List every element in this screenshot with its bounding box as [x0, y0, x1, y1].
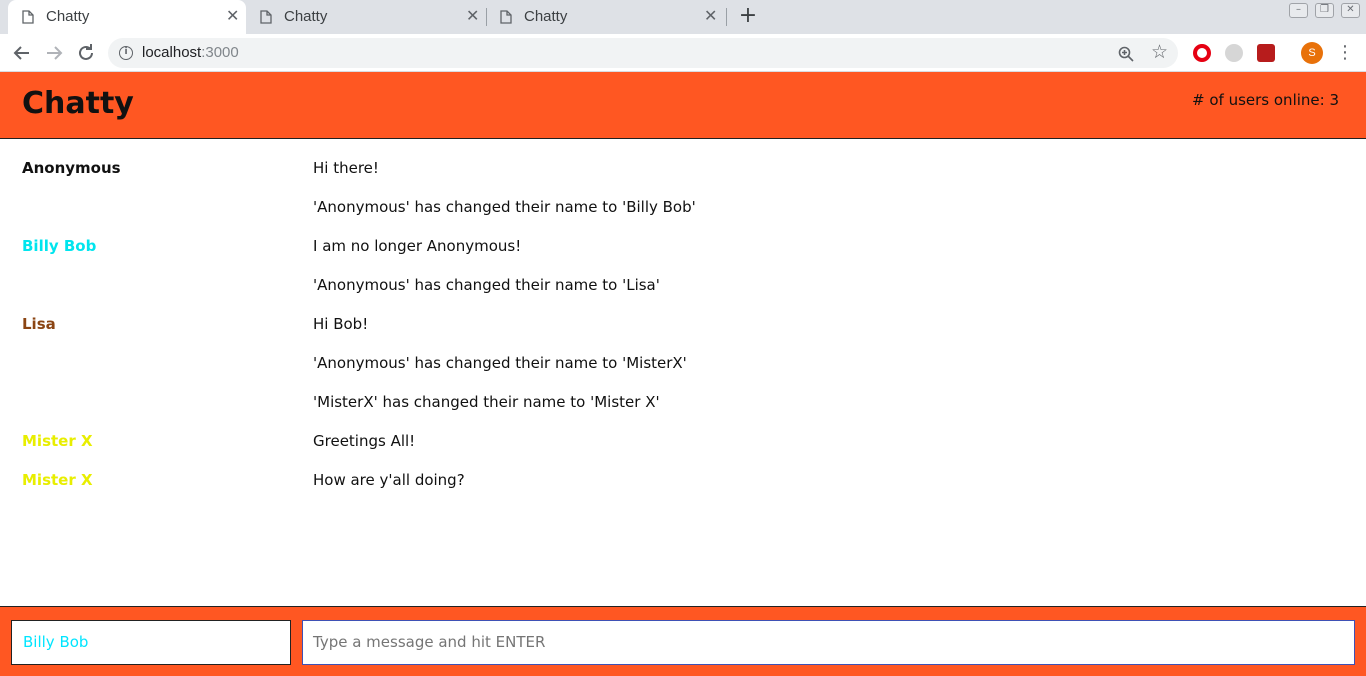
maximize-button[interactable]: ❐: [1315, 3, 1334, 18]
page-icon: [22, 10, 34, 24]
system-message-content: 'MisterX' has changed their name to 'Mis…: [313, 393, 660, 411]
extension-icon[interactable]: [1257, 44, 1275, 62]
chat-bar: Billy Bob Type a message and hit ENTER: [0, 606, 1366, 676]
forward-button[interactable]: [41, 40, 67, 66]
system-message-content: 'Anonymous' has changed their name to 'B…: [313, 198, 696, 216]
minimize-button[interactable]: –: [1289, 3, 1308, 18]
browser-toolbar: i localhost:3000 ☆ S ⋮: [0, 34, 1366, 72]
app-brand: Chatty: [22, 86, 134, 121]
system-message-row: 'MisterX' has changed their name to 'Mis…: [0, 383, 1366, 422]
message-username: Lisa: [22, 315, 56, 333]
close-window-button[interactable]: ✕: [1341, 3, 1360, 18]
message-row: Lisa Hi Bob!: [0, 305, 1366, 344]
tab-title: Chatty: [284, 8, 328, 25]
url-text[interactable]: localhost:3000: [142, 44, 239, 61]
page-icon: [260, 10, 272, 24]
browser-menu-icon[interactable]: ⋮: [1336, 41, 1354, 65]
message-content: Hi Bob!: [313, 315, 369, 333]
tab-title: Chatty: [46, 8, 90, 25]
reload-button[interactable]: [73, 40, 99, 66]
message-content: Hi there!: [313, 159, 379, 177]
opera-extension-icon[interactable]: [1193, 44, 1211, 62]
page-icon: [500, 10, 512, 24]
system-message-content: 'Anonymous' has changed their name to 'M…: [313, 354, 687, 372]
message-content: How are y'all doing?: [313, 471, 465, 489]
message-input[interactable]: Type a message and hit ENTER: [302, 620, 1355, 665]
message-content: I am no longer Anonymous!: [313, 237, 522, 255]
new-tab-button[interactable]: +: [737, 5, 759, 29]
system-message-row: 'Anonymous' has changed their name to 'L…: [0, 266, 1366, 305]
app-navbar: Chatty # of users online: 3: [0, 72, 1366, 139]
extension-icon[interactable]: [1225, 44, 1243, 62]
system-message-row: 'Anonymous' has changed their name to 'B…: [0, 188, 1366, 227]
address-bar[interactable]: i localhost:3000 ☆: [108, 38, 1178, 68]
browser-tab-1[interactable]: Chatty ✕: [8, 0, 246, 34]
message-username: Mister X: [22, 471, 93, 489]
system-message-content: 'Anonymous' has changed their name to 'L…: [313, 276, 660, 294]
message-row: Anonymous Hi there!: [0, 149, 1366, 188]
message-row: Mister X Greetings All!: [0, 422, 1366, 461]
tab-close-icon[interactable]: ✕: [226, 7, 239, 27]
username-input[interactable]: Billy Bob: [11, 620, 291, 665]
zoom-icon[interactable]: [1118, 43, 1134, 66]
message-username: Billy Bob: [22, 237, 97, 255]
system-message-row: 'Anonymous' has changed their name to 'M…: [0, 344, 1366, 383]
browser-tab-2[interactable]: Chatty ✕: [246, 0, 486, 34]
bookmark-star-icon[interactable]: ☆: [1151, 41, 1168, 63]
tab-title: Chatty: [524, 8, 568, 25]
profile-avatar[interactable]: S: [1301, 42, 1323, 64]
info-icon[interactable]: i: [119, 46, 133, 60]
message-username: Mister X: [22, 432, 93, 450]
message-list: Anonymous Hi there! 'Anonymous' has chan…: [0, 149, 1366, 500]
tab-divider: [726, 8, 727, 26]
message-row: Billy Bob I am no longer Anonymous!: [0, 227, 1366, 266]
message-row: Mister X How are y'all doing?: [0, 461, 1366, 500]
back-button[interactable]: [9, 40, 35, 66]
users-online-count: # of users online: 3: [1192, 91, 1339, 109]
tab-close-icon[interactable]: ✕: [466, 7, 479, 27]
message-username: Anonymous: [22, 159, 121, 177]
browser-tab-3[interactable]: Chatty ✕: [486, 0, 726, 34]
tab-close-icon[interactable]: ✕: [704, 7, 717, 27]
message-content: Greetings All!: [313, 432, 416, 450]
browser-tabstrip: Chatty ✕ Chatty ✕ Chatty ✕ + – ❐ ✕: [0, 0, 1366, 34]
